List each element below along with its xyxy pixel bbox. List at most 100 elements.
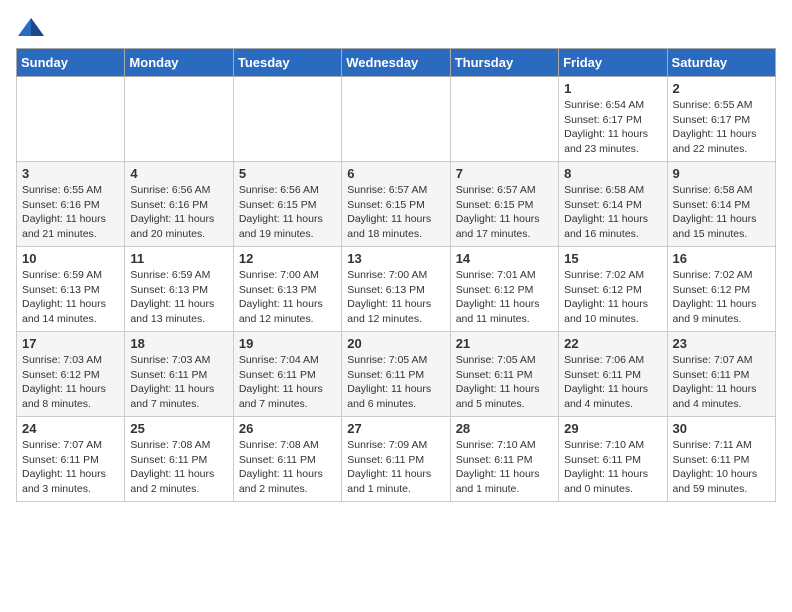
day-info: Sunrise: 7:07 AMSunset: 6:11 PMDaylight:… [22, 439, 106, 495]
day-cell: 23 Sunrise: 7:07 AMSunset: 6:11 PMDayligh… [667, 332, 775, 417]
day-info: Sunrise: 7:08 AMSunset: 6:11 PMDaylight:… [239, 439, 323, 495]
day-info: Sunrise: 6:58 AMSunset: 6:14 PMDaylight:… [673, 184, 757, 240]
week-row-2: 10 Sunrise: 6:59 AMSunset: 6:13 PMDayligh… [17, 247, 776, 332]
header-saturday: Saturday [667, 49, 775, 77]
header-monday: Monday [125, 49, 233, 77]
header-thursday: Thursday [450, 49, 558, 77]
day-cell [450, 77, 558, 162]
day-number: 18 [130, 336, 227, 351]
day-cell [17, 77, 125, 162]
week-row-4: 24 Sunrise: 7:07 AMSunset: 6:11 PMDayligh… [17, 417, 776, 502]
day-info: Sunrise: 7:04 AMSunset: 6:11 PMDaylight:… [239, 354, 323, 410]
day-info: Sunrise: 7:10 AMSunset: 6:11 PMDaylight:… [456, 439, 540, 495]
day-cell: 6 Sunrise: 6:57 AMSunset: 6:15 PMDaylight… [342, 162, 450, 247]
day-cell: 12 Sunrise: 7:00 AMSunset: 6:13 PMDayligh… [233, 247, 341, 332]
day-number: 30 [673, 421, 770, 436]
day-cell: 24 Sunrise: 7:07 AMSunset: 6:11 PMDayligh… [17, 417, 125, 502]
day-cell: 20Sunrise: 7:05 AMSunset: 6:11 PMDayligh… [342, 332, 450, 417]
day-cell: 14 Sunrise: 7:01 AMSunset: 6:12 PMDayligh… [450, 247, 558, 332]
day-number: 16 [673, 251, 770, 266]
day-number: 10 [22, 251, 119, 266]
day-number: 27 [347, 421, 444, 436]
day-cell: 30 Sunrise: 7:11 AMSunset: 6:11 PMDayligh… [667, 417, 775, 502]
day-cell: 4Sunrise: 6:56 AMSunset: 6:16 PMDaylight… [125, 162, 233, 247]
day-info: Sunrise: 7:02 AMSunset: 6:12 PMDaylight:… [564, 269, 648, 325]
day-cell: 5 Sunrise: 6:56 AMSunset: 6:15 PMDaylight… [233, 162, 341, 247]
day-cell: 19 Sunrise: 7:04 AMSunset: 6:11 PMDayligh… [233, 332, 341, 417]
day-cell: 26 Sunrise: 7:08 AMSunset: 6:11 PMDayligh… [233, 417, 341, 502]
day-cell [233, 77, 341, 162]
day-number: 22 [564, 336, 661, 351]
day-info: Sunrise: 7:07 AMSunset: 6:11 PMDaylight:… [673, 354, 757, 410]
logo [16, 16, 50, 40]
day-info: Sunrise: 6:55 AMSunset: 6:16 PMDaylight:… [22, 184, 106, 240]
day-info: Sunrise: 6:59 AMSunset: 6:13 PMDaylight:… [130, 269, 214, 325]
week-row-1: 3 Sunrise: 6:55 AMSunset: 6:16 PMDaylight… [17, 162, 776, 247]
day-cell: 29 Sunrise: 7:10 AMSunset: 6:11 PMDayligh… [559, 417, 667, 502]
day-number: 17 [22, 336, 119, 351]
day-number: 4 [130, 166, 227, 181]
day-info: Sunrise: 7:01 AMSunset: 6:12 PMDaylight:… [456, 269, 540, 325]
calendar-header-row: SundayMondayTuesdayWednesdayThursdayFrid… [17, 49, 776, 77]
day-number: 12 [239, 251, 336, 266]
day-number: 26 [239, 421, 336, 436]
day-number: 2 [673, 81, 770, 96]
week-row-0: 1Sunrise: 6:54 AMSunset: 6:17 PMDaylight… [17, 77, 776, 162]
header-sunday: Sunday [17, 49, 125, 77]
day-number: 19 [239, 336, 336, 351]
day-number: 25 [130, 421, 227, 436]
header-wednesday: Wednesday [342, 49, 450, 77]
day-number: 29 [564, 421, 661, 436]
day-info: Sunrise: 7:03 AMSunset: 6:11 PMDaylight:… [130, 354, 214, 410]
day-cell: 13 Sunrise: 7:00 AMSunset: 6:13 PMDayligh… [342, 247, 450, 332]
day-number: 20 [347, 336, 444, 351]
calendar-table: SundayMondayTuesdayWednesdayThursdayFrid… [16, 48, 776, 502]
day-cell: 8Sunrise: 6:58 AMSunset: 6:14 PMDaylight… [559, 162, 667, 247]
day-number: 14 [456, 251, 553, 266]
day-info: Sunrise: 6:56 AMSunset: 6:15 PMDaylight:… [239, 184, 323, 240]
day-cell [342, 77, 450, 162]
header [16, 16, 776, 40]
day-cell: 1Sunrise: 6:54 AMSunset: 6:17 PMDaylight… [559, 77, 667, 162]
day-info: Sunrise: 7:11 AMSunset: 6:11 PMDaylight:… [673, 439, 758, 495]
day-cell: 11Sunrise: 6:59 AMSunset: 6:13 PMDayligh… [125, 247, 233, 332]
day-cell: 7Sunrise: 6:57 AMSunset: 6:15 PMDaylight… [450, 162, 558, 247]
day-number: 24 [22, 421, 119, 436]
day-cell: 18 Sunrise: 7:03 AMSunset: 6:11 PMDayligh… [125, 332, 233, 417]
day-info: Sunrise: 6:57 AMSunset: 6:15 PMDaylight:… [347, 184, 431, 240]
day-info: Sunrise: 7:08 AMSunset: 6:11 PMDaylight:… [130, 439, 214, 495]
day-cell: 15 Sunrise: 7:02 AMSunset: 6:12 PMDayligh… [559, 247, 667, 332]
day-cell: 9 Sunrise: 6:58 AMSunset: 6:14 PMDaylight… [667, 162, 775, 247]
day-number: 7 [456, 166, 553, 181]
day-number: 23 [673, 336, 770, 351]
day-info: Sunrise: 6:58 AMSunset: 6:14 PMDaylight:… [564, 184, 648, 240]
day-cell: 25 Sunrise: 7:08 AMSunset: 6:11 PMDayligh… [125, 417, 233, 502]
day-number: 15 [564, 251, 661, 266]
day-info: Sunrise: 7:00 AMSunset: 6:13 PMDaylight:… [347, 269, 431, 325]
day-number: 9 [673, 166, 770, 181]
day-cell: 27 Sunrise: 7:09 AMSunset: 6:11 PMDayligh… [342, 417, 450, 502]
day-number: 1 [564, 81, 661, 96]
header-tuesday: Tuesday [233, 49, 341, 77]
day-number: 3 [22, 166, 119, 181]
day-number: 21 [456, 336, 553, 351]
day-info: Sunrise: 7:10 AMSunset: 6:11 PMDaylight:… [564, 439, 648, 495]
day-info: Sunrise: 7:02 AMSunset: 6:12 PMDaylight:… [673, 269, 757, 325]
day-info: Sunrise: 6:59 AMSunset: 6:13 PMDaylight:… [22, 269, 106, 325]
day-info: Sunrise: 7:09 AMSunset: 6:11 PMDaylight:… [347, 439, 431, 495]
day-info: Sunrise: 7:03 AMSunset: 6:12 PMDaylight:… [22, 354, 106, 410]
day-info: Sunrise: 7:06 AMSunset: 6:11 PMDaylight:… [564, 354, 648, 410]
day-number: 5 [239, 166, 336, 181]
day-number: 6 [347, 166, 444, 181]
day-number: 28 [456, 421, 553, 436]
day-cell: 21Sunrise: 7:05 AMSunset: 6:11 PMDayligh… [450, 332, 558, 417]
header-friday: Friday [559, 49, 667, 77]
day-number: 13 [347, 251, 444, 266]
day-cell: 10 Sunrise: 6:59 AMSunset: 6:13 PMDayligh… [17, 247, 125, 332]
day-cell: 3 Sunrise: 6:55 AMSunset: 6:16 PMDaylight… [17, 162, 125, 247]
day-info: Sunrise: 6:55 AMSunset: 6:17 PMDaylight:… [673, 99, 757, 155]
day-cell: 22 Sunrise: 7:06 AMSunset: 6:11 PMDayligh… [559, 332, 667, 417]
day-cell [125, 77, 233, 162]
day-info: Sunrise: 7:00 AMSunset: 6:13 PMDaylight:… [239, 269, 323, 325]
day-cell: 2 Sunrise: 6:55 AMSunset: 6:17 PMDaylight… [667, 77, 775, 162]
